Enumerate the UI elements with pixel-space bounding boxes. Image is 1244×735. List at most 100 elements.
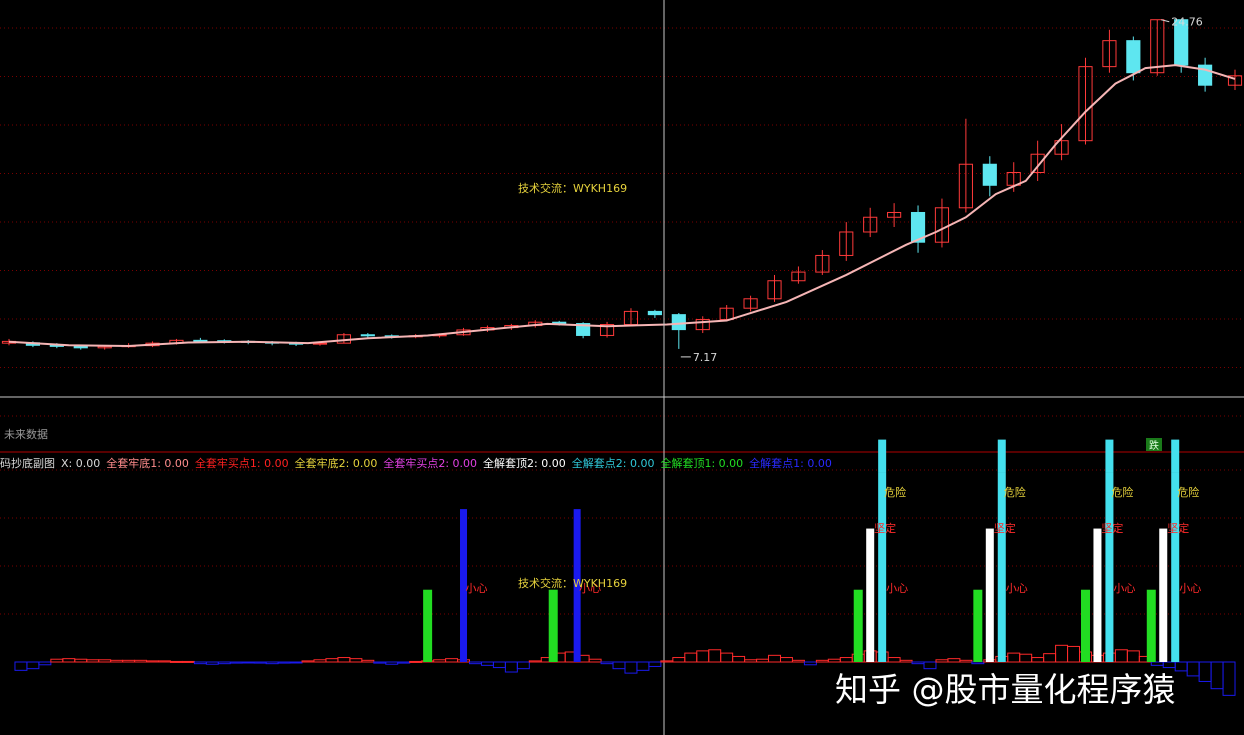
histogram-bar — [588, 658, 602, 663]
histogram-bar — [947, 658, 961, 663]
histogram-bar — [1174, 661, 1188, 672]
histogram-bar — [325, 658, 339, 663]
histogram-bar — [110, 659, 124, 663]
signal-bar — [548, 589, 558, 662]
indicator-legend-item: 全套牢买点1: 0.00 — [194, 457, 289, 470]
candle-down — [982, 163, 997, 186]
histogram-bar — [1186, 661, 1200, 677]
histogram-bar — [205, 661, 219, 665]
histogram-bar — [684, 652, 698, 663]
histogram-bar — [815, 659, 829, 663]
histogram-bar — [373, 661, 387, 664]
signal-cap — [1105, 439, 1114, 473]
histogram-bar — [229, 661, 243, 664]
signal-label-careful: 小心 — [1113, 582, 1135, 595]
signal-bar — [866, 528, 875, 662]
histogram-bar — [708, 649, 722, 663]
candle-down — [360, 334, 375, 337]
histogram-bar — [98, 659, 112, 663]
indicator-legend: X: 0.00 全套牢底1: 0.00 全套牢买点1: 0.00 全套牢底2: 0.0… — [61, 457, 838, 470]
histogram-bar — [1126, 650, 1140, 663]
histogram-bar — [600, 661, 614, 665]
signal-label-firm: 坚定 — [994, 521, 1016, 535]
low-marker-label: 7.17 — [693, 351, 718, 364]
histogram-bar — [756, 658, 770, 663]
histogram-bar — [779, 657, 793, 663]
signal-label-careful: 小心 — [886, 582, 908, 595]
histogram-bar — [169, 660, 183, 663]
histogram-bar — [1007, 652, 1021, 663]
signal-cap — [1171, 439, 1180, 473]
candle-down — [647, 310, 662, 316]
histogram-bar — [1114, 649, 1128, 663]
indicator-legend-item: 全套牢底1: 0.00 — [106, 457, 189, 470]
signal-label-danger: 危险 — [1177, 485, 1199, 499]
histogram-bar — [696, 650, 710, 663]
histogram-bar — [803, 661, 817, 666]
footer-watermark: 知乎 @股市量化程序猿 — [835, 670, 1176, 709]
sub-chart-title: 码抄底副图 — [0, 457, 55, 470]
histogram-bar — [899, 659, 913, 663]
histogram-bar — [660, 660, 674, 663]
histogram-bar — [134, 659, 148, 663]
chart-stage[interactable]: 24.76 7.17 技术交流：WYKH169 未来数据跌小心 小心 小心 危险 坚定 小心 危险… — [0, 0, 1244, 735]
histogram-bar — [935, 659, 949, 663]
histogram-bar — [38, 661, 52, 666]
signal-label-careful: 小心 — [466, 582, 488, 595]
signal-bar — [1146, 589, 1156, 662]
histogram-bar — [301, 660, 315, 663]
signal-cap — [997, 439, 1006, 473]
high-marker-arrow — [1161, 19, 1170, 23]
histogram-bar — [648, 661, 662, 667]
histogram-bar — [1043, 653, 1057, 663]
signal-bar — [1171, 472, 1180, 662]
histogram-bar — [361, 659, 375, 663]
indicator-legend-item: 全套牢买点2: 0.00 — [383, 457, 478, 470]
histogram-bar — [768, 654, 781, 663]
signal-bar — [1080, 589, 1090, 662]
histogram-bar — [445, 658, 459, 663]
histogram-bar — [612, 661, 626, 670]
indicator-legend-item: X: 0.00 — [61, 457, 101, 470]
main-watermark: 技术交流：WYKH169 — [518, 181, 627, 195]
signal-label-firm: 坚定 — [874, 521, 896, 535]
histogram-bar — [337, 657, 351, 663]
histogram-bar — [1055, 644, 1069, 663]
indicator-legend-item: 全解套顶2: 0.00 — [483, 457, 566, 470]
histogram-bar — [277, 661, 291, 664]
indicator-legend-item: 全解套点2: 0.00 — [571, 457, 655, 470]
histogram-bar — [217, 661, 231, 665]
histogram-bar — [468, 661, 482, 665]
signal-bar — [878, 472, 887, 662]
signal-label-careful: 小心 — [1006, 582, 1028, 595]
histogram-bar — [409, 660, 423, 663]
chart-canvas[interactable]: 24.76 7.17 技术交流：WYKH169 未来数据跌小心 小心 小心 危险坚定小心 危险… — [0, 0, 1244, 735]
high-marker-label: 24.76 — [1171, 16, 1203, 29]
signal-bar — [985, 528, 994, 662]
sub-watermark: 技术交流：WYKH169 — [518, 576, 627, 590]
histogram-bar — [887, 657, 901, 663]
histogram-bar — [528, 660, 542, 663]
indicator-legend-item: 全解套点1: 0.00 — [749, 457, 832, 470]
no-data-label: 未来数据 — [4, 427, 48, 441]
signal-label-danger: 危险 — [884, 485, 906, 499]
signal-bar — [1159, 528, 1168, 662]
histogram-bar — [624, 661, 638, 674]
histogram-bar — [253, 661, 267, 664]
histogram-bar — [74, 658, 88, 663]
sub-chart-header: 码抄底副图 X: 0.00 全套牢底1: 0.00 全套牢买点1: 0.00 全套牢底2… — [0, 455, 844, 471]
histogram-bar — [14, 661, 28, 671]
candle-down — [193, 339, 208, 342]
histogram-bar — [397, 661, 411, 664]
histogram-bar — [193, 661, 207, 665]
signal-label-firm: 坚定 — [1101, 521, 1123, 535]
histogram-bar — [385, 661, 399, 665]
signal-cap — [878, 439, 887, 473]
histogram-bar — [62, 658, 76, 663]
histogram-bar — [732, 655, 746, 663]
histogram-bar — [1019, 653, 1033, 663]
histogram-bar — [480, 661, 494, 666]
signal-bar — [997, 472, 1006, 662]
histogram-bar — [1222, 661, 1236, 696]
histogram-bar — [720, 652, 734, 663]
